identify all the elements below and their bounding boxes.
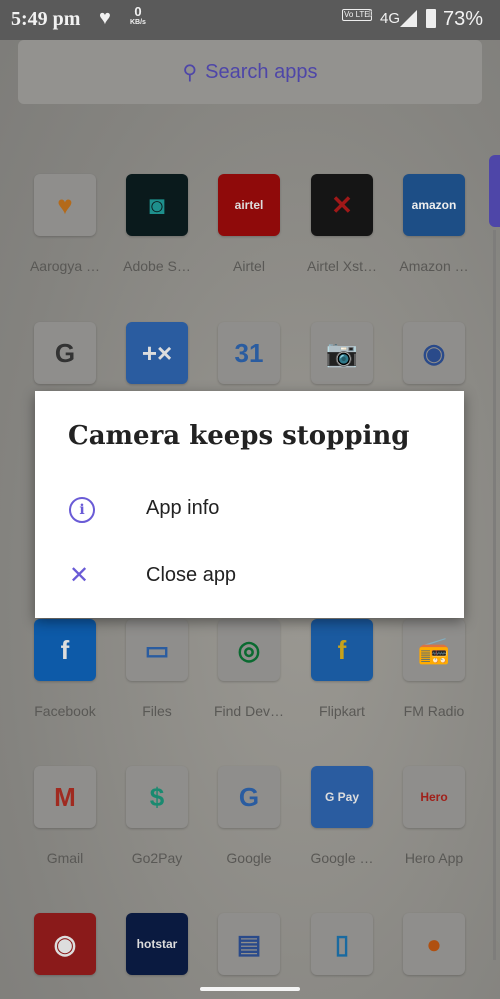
camera-icon: 📷 <box>311 322 373 384</box>
app-authenticator[interactable]: G <box>19 322 111 384</box>
app-files[interactable]: ▭ Files <box>111 619 203 719</box>
app-fm-radio[interactable]: 📻 FM Radio <box>388 619 480 719</box>
app-label: Facebook <box>34 703 96 719</box>
network-speed: 0 KB/s <box>130 5 146 28</box>
home-gesture-bar[interactable] <box>200 987 300 991</box>
app-hotstar[interactable]: hotstar <box>111 913 203 975</box>
app-info-button[interactable]: i App info <box>35 478 464 538</box>
calendar-icon: 31 <box>218 322 280 384</box>
phone-app-icon: ▯ <box>311 913 373 975</box>
battery-percent: 73% <box>443 8 484 30</box>
app-record-app[interactable]: ◉ <box>19 913 111 975</box>
camera-app-icon: ◉ <box>403 322 465 384</box>
dialog-title: Camera keeps stopping <box>68 421 410 451</box>
app-adobe-scan[interactable]: ◙ Adobe S… <box>111 174 203 274</box>
app-google-pay[interactable]: G Pay Google … <box>296 766 388 866</box>
app-label: Gmail <box>46 850 84 866</box>
app-label: Airtel Xst… <box>306 258 377 274</box>
app-camera-app[interactable]: ◉ <box>388 322 480 384</box>
app-label: Adobe S… <box>123 258 191 274</box>
app-gmail[interactable]: M Gmail <box>19 766 111 866</box>
app-label: Go2Pay <box>131 850 183 866</box>
health-icon: ♥ <box>99 7 111 29</box>
app-label: Hero App <box>404 850 464 866</box>
app-label: Google <box>226 850 272 866</box>
adobe-scan-icon: ◙ <box>126 174 188 236</box>
battery-icon <box>426 9 436 28</box>
app-indian-oil[interactable]: ● <box>388 913 480 975</box>
airtel-icon: airtel <box>218 174 280 236</box>
app-label: Find Dev… <box>213 703 285 719</box>
record-app-icon: ◉ <box>34 913 96 975</box>
scrollbar-thumb[interactable] <box>489 155 500 227</box>
app-flipkart[interactable]: f Flipkart <box>296 619 388 719</box>
app-calculator[interactable]: +× <box>111 322 203 384</box>
search-icon: ⚲ <box>182 61 198 84</box>
network-type: 4G <box>380 10 401 27</box>
app-go2pay[interactable]: $ Go2Pay <box>111 766 203 866</box>
app-ignou[interactable]: ▤ <box>203 913 295 975</box>
app-airtel-xstream[interactable]: ✕ Airtel Xst… <box>296 174 388 274</box>
hero-icon: Hero <box>403 766 465 828</box>
hotstar-icon: hotstar <box>126 913 188 975</box>
app-info-label: App info <box>146 496 220 519</box>
search-apps-bar[interactable]: ⚲ Search apps <box>18 40 482 104</box>
close-icon: ✕ <box>69 561 90 589</box>
aarogya-setu-icon: ♥ <box>34 174 96 236</box>
app-label: Aarogya … <box>29 258 101 274</box>
close-app-button[interactable]: ✕ Close app <box>35 545 464 605</box>
airtel-xstream-icon: ✕ <box>311 174 373 236</box>
gmail-icon: M <box>34 766 96 828</box>
app-label: Google … <box>310 850 374 866</box>
go2pay-icon: $ <box>126 766 188 828</box>
app-crash-dialog: Camera keeps stopping i App info ✕ Close… <box>35 391 464 618</box>
clock: 5:49 pm <box>11 8 81 30</box>
flipkart-icon: f <box>311 619 373 681</box>
scrollbar-track <box>493 230 496 960</box>
google-pay-icon: G Pay <box>311 766 373 828</box>
app-phone-app[interactable]: ▯ <box>296 913 388 975</box>
app-airtel[interactable]: airtel Airtel <box>203 174 295 274</box>
app-label: Amazon … <box>399 258 469 274</box>
calculator-icon: +× <box>126 322 188 384</box>
data-arrows-icon: ⇕ <box>366 9 375 20</box>
app-calendar[interactable]: 31 <box>203 322 295 384</box>
app-label: Airtel <box>233 258 265 274</box>
app-facebook[interactable]: f Facebook <box>19 619 111 719</box>
app-find-device[interactable]: ◎ Find Dev… <box>203 619 295 719</box>
app-aarogya-setu[interactable]: ♥ Aarogya … <box>19 174 111 274</box>
files-icon: ▭ <box>126 619 188 681</box>
app-google[interactable]: G Google <box>203 766 295 866</box>
amazon-icon: amazon <box>403 174 465 236</box>
ignou-icon: ▤ <box>218 913 280 975</box>
indian-oil-icon: ● <box>403 913 465 975</box>
signal-icon <box>400 10 417 27</box>
app-label: Files <box>142 703 172 719</box>
app-label: FM Radio <box>403 703 465 719</box>
app-label: Flipkart <box>319 703 365 719</box>
app-hero[interactable]: Hero Hero App <box>388 766 480 866</box>
authenticator-icon: G <box>34 322 96 384</box>
status-bar: 5:49 pm ♥ 0 KB/s Vo LTE ⇕ 4G 73% <box>0 0 500 40</box>
app-camera[interactable]: 📷 <box>296 322 388 384</box>
google-icon: G <box>218 766 280 828</box>
app-amazon[interactable]: amazon Amazon … <box>388 174 480 274</box>
info-icon: i <box>69 497 95 523</box>
speed-unit: KB/s <box>130 19 146 26</box>
fm-radio-icon: 📻 <box>403 619 465 681</box>
close-app-label: Close app <box>146 563 237 586</box>
search-placeholder: Search apps <box>205 60 318 83</box>
facebook-icon: f <box>34 619 96 681</box>
find-device-icon: ◎ <box>218 619 280 681</box>
